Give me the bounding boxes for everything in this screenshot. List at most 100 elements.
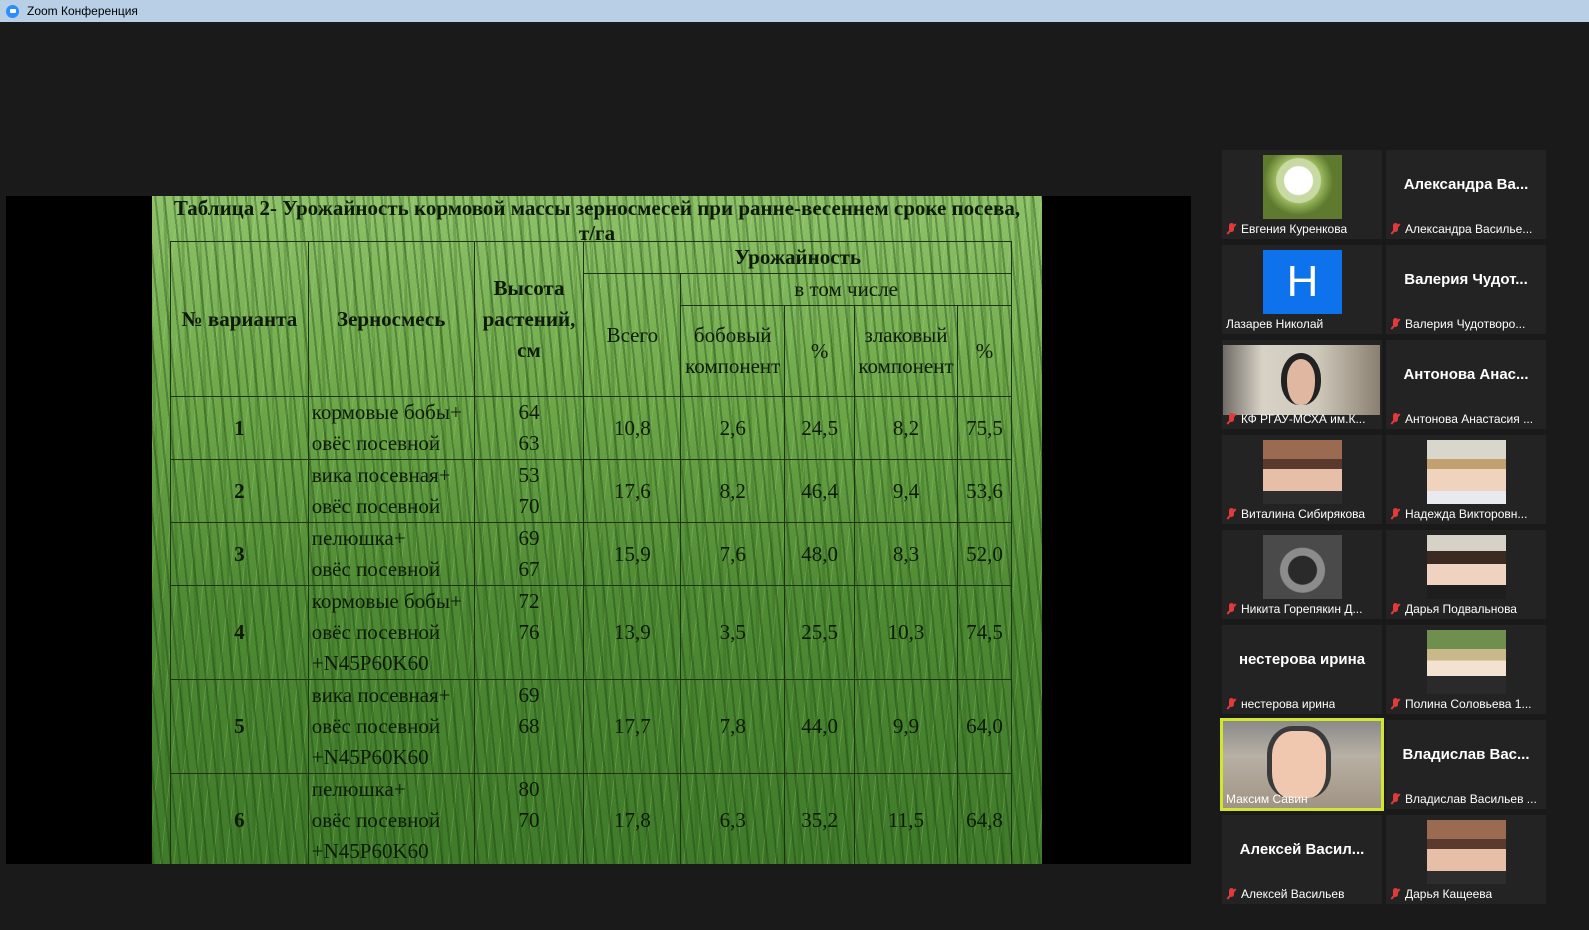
mixture-cell: кормовые бобы+ овёс посевной +N45P60K60 xyxy=(307,585,475,680)
participant-tile[interactable]: Максим Савин xyxy=(1220,718,1384,811)
participant-footer: Лазарев Николай xyxy=(1222,316,1382,332)
cereal-yield: 10,3 xyxy=(854,585,959,680)
header-mix: Зерносмесь xyxy=(307,241,475,397)
participant-footer: Владислав Васильев ... xyxy=(1386,791,1546,807)
participant-name: Антонова Анастасия ... xyxy=(1405,412,1534,426)
slide-title: Таблица 2- Урожайность кормовой массы зе… xyxy=(173,196,1021,245)
muted-mic-icon xyxy=(1390,412,1401,426)
participant-tile[interactable]: Н Лазарев Николай xyxy=(1222,245,1382,334)
participant-tile[interactable]: Дарья Подвальнова xyxy=(1386,530,1546,619)
participant-footer: Валерия Чудотворо... xyxy=(1386,316,1546,332)
legume-yield: 6,3 xyxy=(680,773,786,864)
participant-footer: Полина Соловьева 1... xyxy=(1386,696,1546,712)
participant-footer: Никита Горепякин Д... xyxy=(1222,601,1382,617)
height-value: 53 xyxy=(518,463,540,487)
muted-mic-icon xyxy=(1390,317,1401,331)
participant-footer: Максим Савин xyxy=(1222,791,1382,807)
cereal-yield: 8,3 xyxy=(854,522,959,586)
participant-name: Никита Горепякин Д... xyxy=(1241,602,1363,616)
participant-name: Дарья Кащеева xyxy=(1405,887,1493,901)
participant-tile[interactable]: Надежда Викторовн... xyxy=(1386,435,1546,524)
variant-number: 3 xyxy=(170,522,309,586)
cereal-percent: 53,6 xyxy=(957,459,1012,523)
participant-name: Александра Василье... xyxy=(1405,222,1533,236)
variant-number: 4 xyxy=(170,585,309,680)
height-value: 68 xyxy=(518,714,540,738)
participant-avatar: Н xyxy=(1263,250,1342,314)
video-person xyxy=(1281,353,1321,405)
participant-display-name: Антонова Анас... xyxy=(1403,366,1529,383)
cereal-percent: 75,5 xyxy=(957,396,1012,460)
participant-tile[interactable]: КФ РГАУ-МСХА им.К... xyxy=(1222,340,1382,429)
variant-number: 5 xyxy=(170,679,309,774)
cereal-percent: 52,0 xyxy=(957,522,1012,586)
mixture-line: вика посевная+ xyxy=(311,683,451,707)
header-cereal-pct: % xyxy=(957,305,1012,397)
header-yield: Урожайность xyxy=(583,241,1012,274)
legume-yield: 7,8 xyxy=(680,679,786,774)
total-yield: 10,8 xyxy=(583,396,682,460)
header-legume-pct: % xyxy=(784,305,856,397)
participant-name: Дарья Подвальнова xyxy=(1405,602,1517,616)
participant-name: КФ РГАУ-МСХА им.К... xyxy=(1241,412,1366,426)
legume-yield: 7,6 xyxy=(680,522,786,586)
legume-percent: 35,2 xyxy=(784,773,856,864)
participant-name: Владислав Васильев ... xyxy=(1405,792,1537,806)
participant-name: Валерия Чудотворо... xyxy=(1405,317,1526,331)
legume-percent: 25,5 xyxy=(784,585,856,680)
mixture-line: овёс посевной xyxy=(311,494,441,518)
total-yield: 15,9 xyxy=(583,522,682,586)
participant-footer: Александра Василье... xyxy=(1386,221,1546,237)
muted-mic-icon xyxy=(1390,602,1401,616)
participant-display-name: Алексей Васил... xyxy=(1239,841,1365,858)
participant-tile[interactable]: Никита Горепякин Д... xyxy=(1222,530,1382,619)
participant-avatar xyxy=(1427,440,1506,504)
participant-footer: Виталина Сибирякова xyxy=(1222,506,1382,522)
mixture-line: овёс посевной xyxy=(311,431,441,455)
mixture-line: овёс посевной xyxy=(311,620,441,644)
screen-share-area[interactable]: Таблица 2- Урожайность кормовой массы зе… xyxy=(6,196,1191,864)
participant-display-name: нестерова ирина xyxy=(1238,651,1366,668)
height-value: 64 xyxy=(518,400,540,424)
participant-tile[interactable]: Антонова Анас... Антонова Анастасия ... xyxy=(1386,340,1546,429)
height-cell: 69 67 xyxy=(473,522,585,586)
participant-tile[interactable]: Дарья Кащеева xyxy=(1386,815,1546,904)
participant-tile[interactable]: Виталина Сибирякова xyxy=(1222,435,1382,524)
height-value: 76 xyxy=(518,620,540,644)
total-yield: 13,9 xyxy=(583,585,682,680)
variant-number: 6 xyxy=(170,773,309,864)
mixture-line: овёс посевной xyxy=(311,808,441,832)
header-including: в том числе xyxy=(680,273,1012,306)
mixture-line: +N45P60K60 xyxy=(311,651,429,675)
height-value: 70 xyxy=(518,494,540,518)
header-variant: № варианта xyxy=(170,241,309,397)
legume-percent: 46,4 xyxy=(784,459,856,523)
participant-tile[interactable]: Владислав Вас... Владислав Васильев ... xyxy=(1386,720,1546,809)
muted-mic-icon xyxy=(1226,222,1237,236)
participant-name: нестерова ирина xyxy=(1241,697,1336,711)
muted-mic-icon xyxy=(1226,602,1237,616)
muted-mic-icon xyxy=(1226,887,1237,901)
variant-number: 1 xyxy=(170,396,309,460)
participant-name: Полина Соловьева 1... xyxy=(1405,697,1532,711)
participant-tile[interactable]: Полина Соловьева 1... xyxy=(1386,625,1546,714)
table-row: 6 пелюшка+ овёс посевной +N45P60K60 80 70 17,8… xyxy=(170,773,1012,864)
participant-name: Алексей Васильев xyxy=(1241,887,1345,901)
mixture-cell: кормовые бобы+ овёс посевной xyxy=(307,396,475,460)
legume-yield: 2,6 xyxy=(680,396,786,460)
height-cell: 53 70 xyxy=(473,459,585,523)
participant-tile[interactable]: Евгения Куренкова xyxy=(1222,150,1382,239)
muted-mic-icon xyxy=(1226,507,1237,521)
participant-footer: Дарья Кащеева xyxy=(1386,886,1546,902)
participant-avatar xyxy=(1427,630,1506,694)
participant-tile[interactable]: Валерия Чудот... Валерия Чудотворо... xyxy=(1386,245,1546,334)
participant-tile[interactable]: нестерова ирина нестерова ирина xyxy=(1222,625,1382,714)
table-row: 5 вика посевная+ овёс посевной +N45P60K60 69… xyxy=(170,679,1012,774)
height-value: 69 xyxy=(518,526,540,550)
participant-avatar xyxy=(1427,535,1506,599)
participant-avatar xyxy=(1427,820,1506,884)
participant-tile[interactable]: Александра Ва... Александра Василье... xyxy=(1386,150,1546,239)
participant-tile[interactable]: Алексей Васил... Алексей Васильев xyxy=(1222,815,1382,904)
muted-mic-icon xyxy=(1390,222,1401,236)
muted-mic-icon xyxy=(1226,697,1237,711)
